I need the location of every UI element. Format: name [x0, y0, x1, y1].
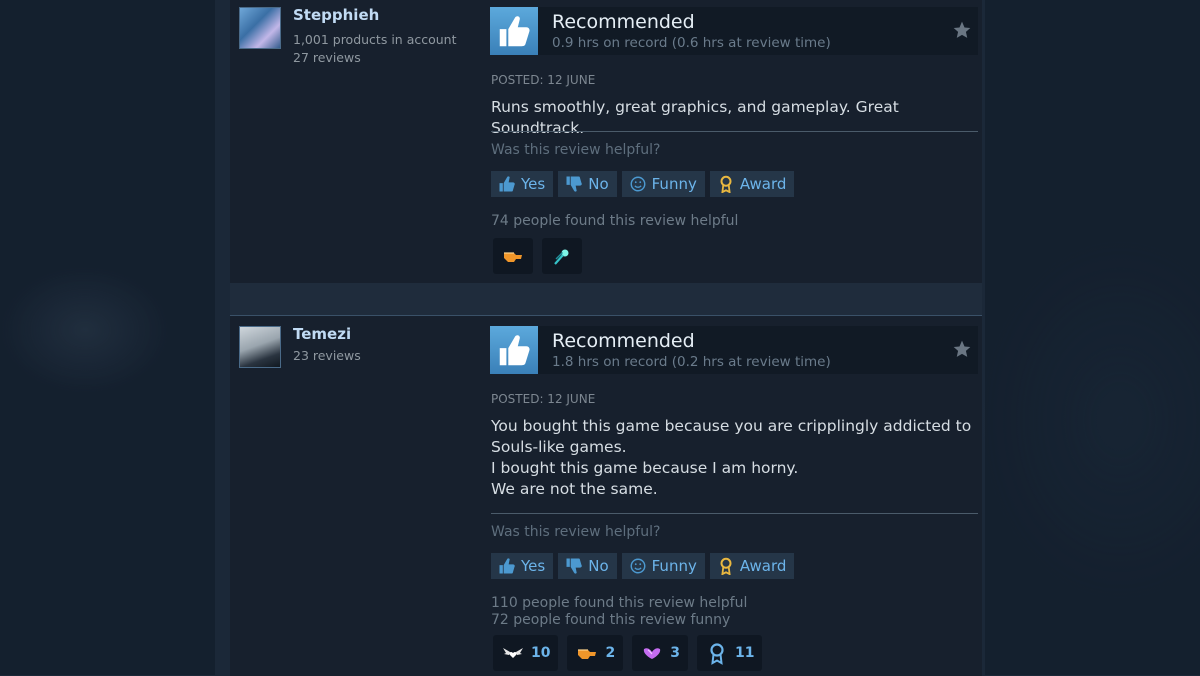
white-hair-avatar-icon[interactable] — [239, 326, 281, 368]
yes-button[interactable]: Yes — [491, 553, 554, 579]
award-badge[interactable]: 2 — [567, 635, 624, 671]
winged-heart-icon — [503, 648, 523, 658]
thumbs-up-icon — [499, 176, 515, 192]
smiley-icon — [630, 558, 646, 574]
anime-avatar-icon[interactable] — [239, 7, 281, 49]
award-label: Award — [739, 557, 787, 575]
review-card: Temezi 23 reviews Recommended 1.8 hrs on… — [230, 315, 982, 676]
hug-icon — [644, 648, 661, 659]
award-badge[interactable]: 3 — [632, 635, 688, 671]
author-review-count[interactable]: 23 reviews — [293, 347, 361, 365]
divider — [491, 513, 978, 514]
helpful-count: 74 people found this review helpful — [491, 213, 739, 229]
author-products[interactable]: 1,001 products in account — [293, 31, 457, 49]
helpful-prompt: Was this review helpful? — [491, 524, 661, 540]
comet-icon — [554, 249, 569, 265]
yes-button[interactable]: Yes — [491, 171, 554, 197]
award-badge[interactable]: 10 — [493, 635, 559, 671]
thumbs-down-icon — [566, 176, 583, 192]
vote-buttons: Yes No Funny Award — [491, 171, 795, 197]
verdict-label: Recommended — [552, 330, 695, 352]
thumbs-up-icon — [499, 558, 515, 574]
review-text-line: We are not the same. — [491, 480, 658, 498]
author-name[interactable]: Temezi — [293, 325, 351, 343]
vote-buttons: Yes No Funny Award — [491, 553, 795, 579]
review-verdict-header[interactable]: Recommended 1.8 hrs on record (0.2 hrs a… — [490, 326, 978, 374]
awards-row: 10 2 3 11 — [493, 635, 763, 671]
review-text-line: I bought this game because I am horny. — [491, 459, 799, 477]
review-text-line: Runs smoothly, great graphics, and gamep… — [491, 98, 899, 137]
no-label: No — [588, 557, 609, 575]
author-review-count[interactable]: 27 reviews — [293, 49, 361, 67]
verdict-label: Recommended — [552, 11, 695, 33]
thumbs-down-icon — [566, 558, 583, 574]
award-ribbon-icon — [720, 175, 732, 193]
funny-label: Funny — [651, 557, 697, 575]
yes-label: Yes — [521, 175, 546, 193]
no-button[interactable]: No — [558, 171, 617, 197]
review-verdict-header[interactable]: Recommended 0.9 hrs on record (0.6 hrs a… — [490, 7, 978, 55]
award-label: Award — [739, 175, 787, 193]
award-count: 10 — [531, 645, 551, 661]
award-count: 3 — [670, 645, 680, 661]
funny-button[interactable]: Funny — [621, 171, 705, 197]
award-button[interactable]: Award — [709, 553, 795, 579]
funny-count: 72 people found this review funny — [491, 612, 731, 628]
hours-on-record: 1.8 hrs on record (0.2 hrs at review tim… — [552, 354, 831, 370]
award-button[interactable]: Award — [709, 171, 795, 197]
divider — [491, 131, 978, 132]
award-ribbon-icon — [720, 557, 732, 575]
yes-label: Yes — [521, 557, 546, 575]
posted-date: POSTED: 12 JUNE — [491, 73, 596, 87]
no-label: No — [588, 175, 609, 193]
hours-on-record: 0.9 hrs on record (0.6 hrs at review tim… — [552, 35, 831, 51]
review-separator — [230, 283, 982, 315]
left-backdrop — [0, 0, 215, 675]
posted-date: POSTED: 12 JUNE — [491, 392, 596, 406]
award-badge[interactable] — [493, 238, 533, 274]
helpful-prompt: Was this review helpful? — [491, 142, 661, 158]
review-text-line: You bought this game because you are cri… — [491, 417, 972, 435]
funny-button[interactable]: Funny — [621, 553, 705, 579]
funny-label: Funny — [651, 175, 697, 193]
right-backdrop — [985, 0, 1200, 675]
pointing-hand-icon — [578, 649, 597, 659]
review-card: Stepphieh 1,001 products in account 27 r… — [230, 0, 982, 283]
medal-icon — [710, 643, 724, 665]
award-count: 2 — [605, 645, 616, 661]
helpful-count: 110 people found this review helpful — [491, 595, 748, 611]
thumbs-up-icon — [490, 7, 538, 55]
awards-row — [493, 238, 582, 274]
award-count: 11 — [734, 645, 755, 661]
review-stats: 110 people found this review helpful 72 … — [491, 595, 747, 629]
pointing-hand-icon — [504, 252, 522, 262]
thumbs-up-icon — [490, 326, 538, 374]
review-text-line: Souls-like games. — [491, 438, 627, 456]
review-text: You bought this game because you are cri… — [491, 416, 981, 500]
smiley-icon — [630, 176, 646, 192]
review-text: Runs smoothly, great graphics, and gamep… — [491, 97, 981, 139]
star-icon[interactable] — [952, 339, 972, 359]
author-name[interactable]: Stepphieh — [293, 6, 379, 24]
star-icon[interactable] — [952, 20, 972, 40]
award-badge[interactable] — [542, 238, 582, 274]
no-button[interactable]: No — [558, 553, 617, 579]
award-badge[interactable]: 11 — [696, 635, 763, 671]
